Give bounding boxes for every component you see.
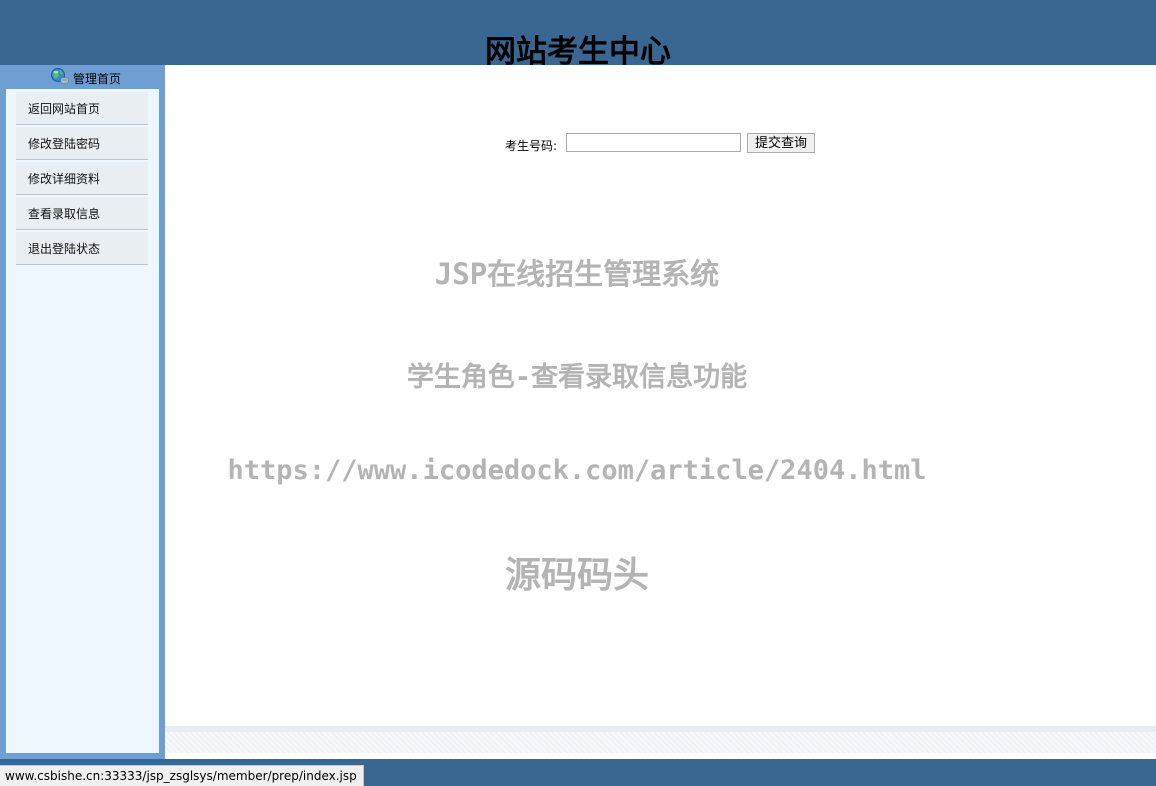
sidebar-head[interactable]: 管理首页: [0, 65, 165, 89]
watermark-line-2: 学生角色-查看录取信息功能: [406, 362, 748, 393]
page-title: 网站考生中心: [485, 34, 671, 66]
exam-number-input[interactable]: [566, 133, 741, 152]
sidebar-item-logout[interactable]: 退出登陆状态: [16, 232, 148, 265]
submit-query-button[interactable]: 提交查询: [747, 133, 815, 153]
header: 网站考生中心: [0, 0, 1156, 66]
status-bar-url: www.csbishe.cn:33333/jsp_zsglsys/member/…: [0, 765, 364, 786]
sidebar-item-label: 查看录取信息: [28, 207, 101, 221]
sidebar-item-label: 修改登陆密码: [28, 137, 101, 151]
watermark-line-3: https://www.icodedock.com/article/2404.h…: [227, 455, 927, 486]
main-content: 考生号码: 提交查询 JSP在线招生管理系统 学生角色-查看录取信息功能 htt…: [165, 65, 1156, 759]
sidebar-item-label: 修改详细资料: [28, 172, 101, 186]
globe-icon: [49, 67, 69, 85]
sidebar: 管理首页 返回网站首页 修改登陆密码 修改详细资料 查看录取信息 退出登陆状态: [0, 65, 165, 759]
sidebar-head-label: 管理首页: [73, 72, 122, 86]
sidebar-item-label: 退出登陆状态: [28, 242, 101, 256]
watermark-line-4: 源码码头: [504, 555, 649, 596]
watermark-line-1: JSP在线招生管理系统: [434, 257, 720, 291]
sidebar-item-edit-profile[interactable]: 修改详细资料: [16, 162, 148, 195]
sidebar-item-label: 返回网站首页: [28, 102, 101, 116]
sidebar-item-change-password[interactable]: 修改登陆密码: [16, 127, 148, 160]
exam-number-label: 考生号码:: [505, 139, 558, 153]
sidebar-item-home[interactable]: 返回网站首页: [16, 92, 148, 125]
footer-pattern: [165, 732, 1156, 753]
sidebar-item-admission-info[interactable]: 查看录取信息: [16, 197, 148, 230]
sidebar-menu: 返回网站首页 修改登陆密码 修改详细资料 查看录取信息 退出登陆状态: [6, 89, 159, 753]
